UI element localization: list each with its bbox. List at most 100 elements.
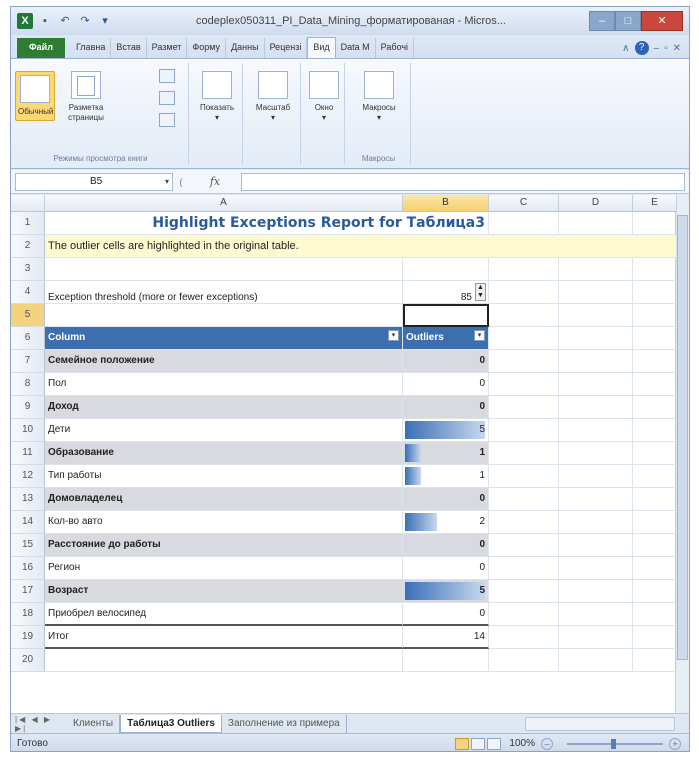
column-header-b[interactable]: B bbox=[403, 195, 489, 212]
cell[interactable] bbox=[489, 281, 559, 304]
cell[interactable] bbox=[489, 511, 559, 534]
cell[interactable] bbox=[633, 373, 677, 396]
cell[interactable] bbox=[489, 396, 559, 419]
outliers-header-cell[interactable]: Outliers ▾ bbox=[403, 327, 489, 350]
sheet-tab-clients[interactable]: Клиенты bbox=[67, 714, 121, 733]
cell[interactable] bbox=[559, 626, 633, 649]
minimize-button[interactable]: – bbox=[589, 11, 615, 31]
item-label[interactable]: Кол-во авто bbox=[45, 511, 403, 534]
formula-input[interactable] bbox=[241, 172, 685, 191]
column-header-cell[interactable]: Column ▾ bbox=[45, 327, 403, 350]
cell[interactable] bbox=[403, 258, 489, 281]
undo-icon[interactable]: ↶ bbox=[57, 13, 73, 29]
row-header[interactable]: 19 bbox=[11, 626, 45, 649]
row-header[interactable]: 2 bbox=[11, 235, 45, 258]
cell[interactable] bbox=[559, 419, 633, 442]
tab-file[interactable]: Файл bbox=[17, 38, 65, 58]
cell[interactable] bbox=[633, 557, 677, 580]
tab-formulas[interactable]: Форму bbox=[187, 38, 227, 58]
cell[interactable] bbox=[633, 488, 677, 511]
cell[interactable] bbox=[633, 442, 677, 465]
cell[interactable] bbox=[633, 649, 677, 672]
cell[interactable] bbox=[559, 327, 633, 350]
item-label[interactable]: Домовладелец bbox=[45, 488, 403, 511]
zoom-out-icon[interactable]: – bbox=[541, 737, 553, 750]
item-outlier-count[interactable]: 5 bbox=[403, 419, 489, 442]
cell[interactable] bbox=[559, 511, 633, 534]
cell[interactable] bbox=[559, 557, 633, 580]
row-header[interactable]: 17 bbox=[11, 580, 45, 603]
spin-up-icon[interactable]: ▲ bbox=[476, 284, 485, 292]
page-break-preview-icon[interactable] bbox=[159, 69, 175, 83]
row-header[interactable]: 10 bbox=[11, 419, 45, 442]
select-all-corner[interactable] bbox=[11, 195, 45, 212]
row-header[interactable]: 13 bbox=[11, 488, 45, 511]
name-box[interactable]: B5 ▾ bbox=[15, 172, 173, 191]
row-header[interactable]: 16 bbox=[11, 557, 45, 580]
item-label[interactable]: Пол bbox=[45, 373, 403, 396]
cell[interactable] bbox=[489, 534, 559, 557]
normal-view-shortcut-icon[interactable] bbox=[455, 737, 470, 750]
item-outlier-count[interactable]: 0 bbox=[403, 557, 489, 580]
cell[interactable] bbox=[633, 212, 677, 235]
tab-home[interactable]: Главна bbox=[71, 38, 112, 58]
excel-logo-icon[interactable]: X bbox=[17, 13, 33, 29]
cell[interactable] bbox=[489, 373, 559, 396]
item-outlier-count[interactable]: 1 bbox=[403, 465, 489, 488]
item-label[interactable]: Доход bbox=[45, 396, 403, 419]
cell[interactable] bbox=[633, 327, 677, 350]
row-header[interactable]: 1 bbox=[11, 212, 45, 235]
row-header[interactable]: 14 bbox=[11, 511, 45, 534]
name-box-dropdown-icon[interactable]: ▾ bbox=[165, 174, 169, 190]
worksheet-grid[interactable]: A B C D E 1 Highlight Exceptions Report for Та… bbox=[11, 195, 689, 713]
cell[interactable] bbox=[633, 419, 677, 442]
formula-cancel-icon[interactable]: ( bbox=[173, 177, 189, 187]
doc-close-icon[interactable]: ✕ bbox=[673, 43, 681, 54]
item-label[interactable]: Семейное положение bbox=[45, 350, 403, 373]
cell[interactable] bbox=[489, 258, 559, 281]
cell[interactable] bbox=[489, 304, 559, 327]
item-outlier-count[interactable]: 0 bbox=[403, 373, 489, 396]
tab-page-layout[interactable]: Размет bbox=[147, 38, 188, 58]
cell[interactable] bbox=[559, 350, 633, 373]
custom-views-icon[interactable] bbox=[159, 91, 175, 105]
cell[interactable] bbox=[489, 649, 559, 672]
cell[interactable] bbox=[45, 258, 403, 281]
column-header-a[interactable]: A bbox=[45, 195, 403, 212]
column-header-d[interactable]: D bbox=[559, 195, 633, 212]
row-header[interactable]: 5 bbox=[11, 304, 45, 327]
vertical-scroll-thumb[interactable] bbox=[677, 215, 688, 660]
item-outlier-count[interactable]: 5 bbox=[403, 580, 489, 603]
cell[interactable] bbox=[489, 419, 559, 442]
sheet-tab-outliers[interactable]: Таблица3 Outliers bbox=[120, 714, 222, 733]
cell[interactable] bbox=[559, 488, 633, 511]
cell[interactable] bbox=[633, 281, 677, 304]
item-label[interactable]: Возраст bbox=[45, 580, 403, 603]
cell[interactable] bbox=[559, 258, 633, 281]
customize-qat-icon[interactable]: ▾ bbox=[97, 13, 113, 29]
cell[interactable] bbox=[633, 350, 677, 373]
cell[interactable] bbox=[489, 580, 559, 603]
active-cell-b5[interactable] bbox=[403, 304, 489, 327]
tab-workgroup[interactable]: Рабочі bbox=[376, 38, 415, 58]
cell[interactable] bbox=[489, 212, 559, 235]
threshold-spinner[interactable]: ▲ ▼ bbox=[475, 283, 486, 301]
item-label[interactable]: Тип работы bbox=[45, 465, 403, 488]
cell[interactable] bbox=[633, 511, 677, 534]
tab-insert[interactable]: Встав bbox=[111, 38, 147, 58]
cell[interactable] bbox=[559, 603, 633, 626]
sheet-tab-fill-from-example[interactable]: Заполнение из примера bbox=[222, 714, 347, 733]
zoom-button[interactable]: Масштаб ▾ bbox=[249, 71, 297, 123]
cell[interactable] bbox=[559, 281, 633, 304]
zoom-in-icon[interactable]: + bbox=[669, 737, 681, 750]
item-label[interactable]: Образование bbox=[45, 442, 403, 465]
normal-view-button[interactable]: Обычный bbox=[15, 71, 55, 121]
cell[interactable] bbox=[559, 534, 633, 557]
minimize-ribbon-icon[interactable]: ∧ bbox=[622, 43, 629, 54]
cell[interactable] bbox=[633, 603, 677, 626]
cell[interactable] bbox=[633, 534, 677, 557]
item-outlier-count[interactable]: 0 bbox=[403, 396, 489, 419]
cell[interactable] bbox=[489, 465, 559, 488]
window-button[interactable]: Окно ▾ bbox=[307, 71, 341, 123]
row-header[interactable]: 9 bbox=[11, 396, 45, 419]
